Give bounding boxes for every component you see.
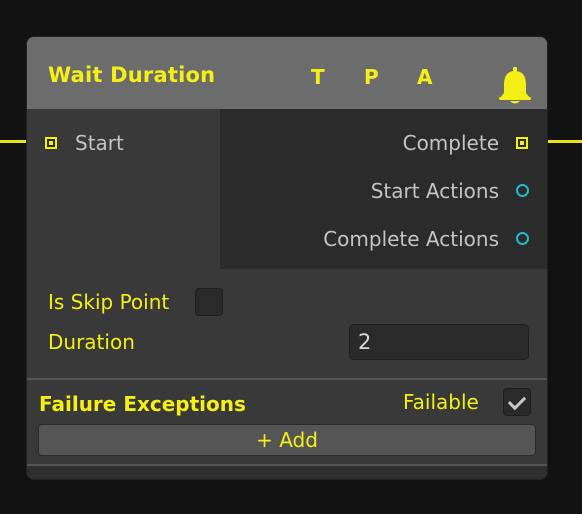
duration-input[interactable]: 2 [349, 324, 529, 360]
failable-label: Failable [403, 390, 479, 414]
ports-area: Start Complete Start Actions Complete Ac… [27, 109, 547, 269]
bell-icon[interactable] [497, 67, 533, 105]
section-divider [27, 378, 547, 380]
duration-label: Duration [48, 330, 135, 354]
output-wire [548, 140, 582, 143]
input-ports: Start [27, 109, 220, 269]
complete-port[interactable] [516, 137, 528, 149]
is-skip-point-label: Is Skip Point [48, 290, 170, 314]
a-button[interactable]: A [417, 65, 432, 89]
start-actions-port-label: Start Actions [370, 179, 499, 203]
wait-duration-node[interactable]: Wait Duration T P A Start Complete Start… [26, 36, 548, 480]
node-footer [27, 466, 547, 479]
node-header[interactable]: Wait Duration T P A [27, 37, 547, 109]
complete-port-label: Complete [402, 131, 499, 155]
complete-actions-port[interactable] [516, 232, 529, 245]
failure-exceptions-title: Failure Exceptions [39, 392, 246, 416]
complete-actions-port-label: Complete Actions [323, 227, 499, 251]
failable-checkbox[interactable] [503, 388, 531, 416]
start-port-label: Start [75, 131, 124, 155]
graph-canvas: Wait Duration T P A Start Complete Start… [0, 0, 582, 514]
t-button[interactable]: T [311, 65, 325, 89]
p-button[interactable]: P [364, 65, 379, 89]
node-title: Wait Duration [48, 63, 216, 87]
start-actions-port[interactable] [516, 184, 529, 197]
output-ports: Complete Start Actions Complete Actions [220, 109, 547, 269]
is-skip-point-checkbox[interactable] [195, 288, 223, 316]
start-port[interactable] [45, 137, 57, 149]
add-exception-button[interactable]: + Add [38, 424, 536, 456]
